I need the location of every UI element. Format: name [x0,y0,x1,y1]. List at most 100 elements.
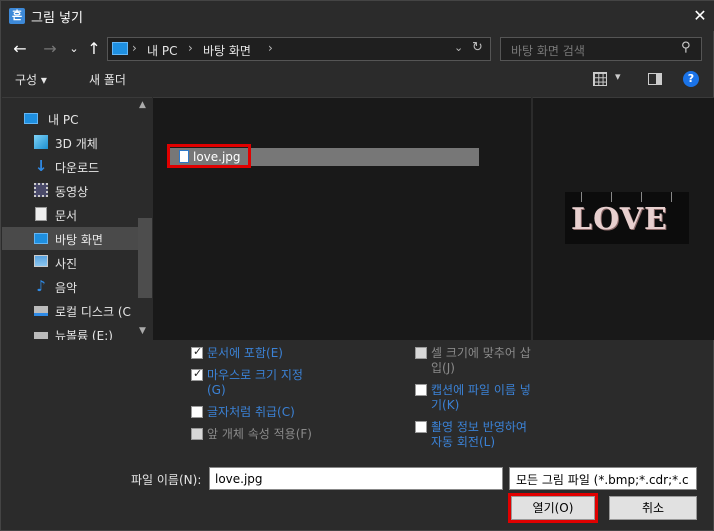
sidebar-item-label: 3D 개체 [55,137,98,151]
cancel-button[interactable]: 취소 [609,496,697,520]
back-arrow-icon[interactable]: ← [9,35,31,63]
checkbox[interactable] [191,406,203,418]
sidebar-item-new-volume-e[interactable]: 뉴볼륨 (E:) [2,323,138,340]
sidebar-item-pictures[interactable]: 사진 [2,251,138,274]
sidebar-item-label: 문서 [55,209,78,223]
checkbox[interactable] [191,367,203,381]
option-label-line2: 입(J) [431,361,455,375]
filename-label: 파일 이름(N): [131,473,202,487]
option-size-with-mouse[interactable]: 마우스로 크기 지정 (G) [191,366,391,400]
breadcrumb-my-pc[interactable]: 내 PC [147,42,177,59]
option-label: 마우스로 크기 지정 [207,368,303,382]
sidebar-item-label: 로컬 디스크 (C [55,305,131,319]
option-apply-previous-props[interactable]: 앞 개체 속성 적용(F) [191,425,391,443]
option-label-line2: 기(K) [431,398,460,412]
sidebar-item-label: 사진 [55,257,78,271]
close-button[interactable]: ✕ [685,1,714,31]
recent-locations-chevron-icon[interactable]: ⌄ [63,35,85,63]
toolbar: 구성 ▾ 새 폴더 ▾ ? [1,67,714,95]
sidebar-item-desktop[interactable]: 바탕 화면 [2,227,138,250]
checkbox[interactable] [191,428,203,440]
sidebar-item-documents[interactable]: 문서 [2,203,138,226]
breadcrumb-separator-icon[interactable]: › [188,41,193,55]
sidebar-scrollbar-thumb[interactable] [138,218,152,298]
option-fit-to-cell[interactable]: 셀 크기에 맞추어 삽 입(J) [415,344,615,378]
forward-arrow-icon[interactable]: → [39,35,61,63]
sidebar-item-label: 바탕 화면 [55,233,103,247]
help-icon[interactable]: ? [683,71,699,87]
sidebar-item-label: 음악 [55,281,78,295]
sidebar-item-label: 내 PC [48,113,79,127]
view-grid-icon[interactable] [593,72,607,86]
window-title: 그림 넣기 [31,11,83,26]
refresh-icon[interactable]: ↻ [472,40,483,55]
preview-pane-icon[interactable] [648,73,662,85]
insert-picture-dialog: 흔 그림 넣기 ✕ ← → ⌄ ↑ › 내 PC › 바탕 화면 › ⌄ ↻ 바… [0,0,714,531]
scroll-down-icon[interactable]: ▼ [139,326,146,336]
music-icon: ♪ [36,277,46,295]
checkbox[interactable] [191,345,203,359]
new-folder-button[interactable]: 새 폴더 [89,71,126,91]
selection-highlight-box [167,144,251,168]
title-bar: 흔 그림 넣기 ✕ [1,1,714,31]
hwp-app-icon: 흔 [9,8,25,24]
option-label-line2: 자동 회전(L) [431,435,496,449]
download-icon: ↓ [34,157,48,175]
option-caption-filename[interactable]: 캡션에 파일 이름 넣 기(K) [415,381,615,415]
option-label: 문서에 포함(E) [207,346,283,360]
option-label: 글자처럼 취급(C) [207,405,295,419]
sidebar-item-music[interactable]: ♪ 음악 [2,275,138,298]
checkbox[interactable] [415,347,427,359]
sidebar-item-3d-objects[interactable]: 3D 개체 [2,131,138,154]
checkbox[interactable] [415,384,427,396]
file-type-select[interactable]: 모든 그림 파일 (*.bmp;*.cdr;*.c [509,467,697,490]
string-decoration [611,192,612,202]
filename-input[interactable] [209,467,503,490]
checkbox[interactable] [415,421,427,433]
breadcrumb-separator-icon[interactable]: › [132,41,137,55]
sidebar-item-label: 동영상 [55,185,89,199]
preview-pane: LOVE [532,97,714,340]
sidebar-item-my-pc[interactable]: 내 PC [2,107,138,130]
document-icon [35,207,47,221]
sidebar-item-local-disk-c[interactable]: 로컬 디스크 (C [2,299,138,322]
disk-icon [34,306,48,316]
sidebar-item-downloads[interactable]: ↓ 다운로드 [2,155,138,178]
breadcrumb-desktop[interactable]: 바탕 화면 [203,42,251,59]
view-dropdown-icon[interactable]: ▾ [615,70,621,83]
search-placeholder: 바탕 화면 검색 [511,44,585,58]
string-decoration [671,192,672,202]
search-icon[interactable]: ⚲ [681,40,691,55]
option-treat-as-char[interactable]: 글자처럼 취급(C) [191,403,391,421]
preview-image: LOVE [565,192,689,244]
option-label: 셀 크기에 맞추어 삽 [431,346,531,360]
option-label: 캡션에 파일 이름 넣 [431,383,531,397]
address-dropdown-icon[interactable]: ⌄ [454,41,463,54]
navigation-pane: 내 PC 3D 개체 ↓ 다운로드 동영상 문서 바탕 화면 사진 ♪ 음악 로… [2,97,152,340]
drive-icon [34,332,48,339]
preview-love-text: LOVE [571,202,668,237]
up-arrow-icon[interactable]: ↑ [83,35,105,63]
picture-icon [34,255,48,267]
option-embed-in-document[interactable]: 문서에 포함(E) [191,344,391,362]
insert-options: 문서에 포함(E) 마우스로 크기 지정 (G) 글자처럼 취급(C) 앞 개체… [1,341,714,461]
open-button-highlight-box [508,493,598,523]
option-label-line2: (G) [207,383,226,397]
scroll-up-icon[interactable]: ▲ [139,100,146,110]
file-list: love.jpg [153,97,531,340]
breadcrumb-separator-icon[interactable]: › [268,41,273,55]
cube-icon [34,135,48,149]
option-auto-rotate[interactable]: 촬영 정보 반영하여 자동 회전(L) [415,418,615,452]
navigation-bar: ← → ⌄ ↑ › 내 PC › 바탕 화면 › ⌄ ↻ 바탕 화면 검색 ⚲ [1,35,714,63]
video-icon [34,183,48,197]
organize-button[interactable]: 구성 ▾ [15,71,47,91]
option-label: 촬영 정보 반영하여 [431,420,527,434]
option-label: 앞 개체 속성 적용(F) [207,427,312,441]
pc-icon [112,42,128,55]
address-bar[interactable]: › 내 PC › 바탕 화면 › ⌄ ↻ [107,37,491,61]
sidebar-item-label: 다운로드 [55,161,100,175]
search-input[interactable]: 바탕 화면 검색 ⚲ [500,37,702,61]
string-decoration [581,192,582,202]
pc-icon [24,113,38,124]
sidebar-item-videos[interactable]: 동영상 [2,179,138,202]
